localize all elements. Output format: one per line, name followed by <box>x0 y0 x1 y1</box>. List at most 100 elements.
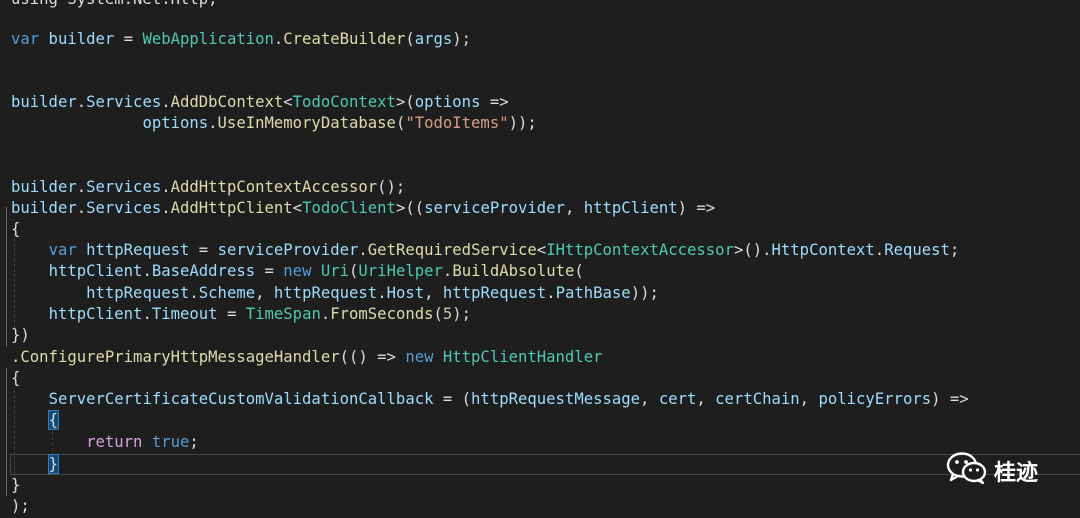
code-token: { <box>11 220 21 238</box>
code-line[interactable]: httpClient.BaseAddress = new Uri(UriHelp… <box>11 261 584 282</box>
code-line[interactable]: { <box>11 219 20 240</box>
code-line[interactable]: builder.Services.AddHttpClient<TodoClien… <box>11 198 715 219</box>
code-token: Timeout <box>151 305 218 323</box>
code-line[interactable]: builder.Services.AddHttpContextAccessor(… <box>11 177 405 198</box>
code-token: AddHttpContextAccessor <box>170 178 378 196</box>
code-token: ); <box>452 30 472 48</box>
code-token: httpClient <box>583 199 678 217</box>
code-token: , <box>564 199 584 217</box>
code-token: ) => <box>931 390 969 408</box>
code-token: < <box>536 241 547 259</box>
code-token: cert <box>658 390 697 408</box>
code-token: . <box>11 348 21 366</box>
code-token: httpClient <box>48 262 143 280</box>
code-token: IHttpContextAccessor <box>546 241 734 259</box>
code-line[interactable]: var builder = WebApplication.CreateBuild… <box>11 29 471 50</box>
code-line[interactable]: options.UseInMemoryDatabase("TodoItems")… <box>11 113 537 134</box>
code-token: . <box>142 305 152 323</box>
code-line[interactable]: }) <box>11 325 30 346</box>
code-token: < <box>283 93 293 111</box>
code-token: . <box>320 305 331 323</box>
code-token: >(). <box>733 241 772 259</box>
code-token: ) => <box>677 199 716 217</box>
code-token: AddDbContext <box>170 93 284 111</box>
code-token: . <box>161 199 171 217</box>
code-token: >(( <box>395 199 425 217</box>
code-token: var <box>11 30 40 48</box>
code-token: . <box>358 241 368 259</box>
code-token: 5 <box>442 305 453 323</box>
current-line-highlight <box>10 454 1080 475</box>
code-line[interactable]: { <box>11 410 59 431</box>
code-line[interactable]: ); <box>11 496 30 517</box>
code-token: Services <box>86 93 162 111</box>
code-token: "TodoItems" <box>405 114 509 132</box>
code-line[interactable]: var httpRequest = serviceProvider.GetReq… <box>11 240 960 261</box>
code-token: httpClient <box>48 305 143 323</box>
code-token: ; <box>949 241 960 259</box>
code-token: ; <box>189 433 199 451</box>
code-line[interactable]: ServerCertificateCustomValidationCallbac… <box>11 389 969 410</box>
code-token: . <box>76 178 87 196</box>
code-token: httpRequestMessage <box>471 390 641 408</box>
code-token: Host <box>386 284 425 302</box>
code-line[interactable]: httpRequest.Scheme, httpRequest.Host, ht… <box>11 283 659 304</box>
code-line[interactable]: using System.Net.Http; <box>11 0 218 10</box>
code-token: new <box>283 262 312 280</box>
code-token: CreateBuilder <box>283 30 406 48</box>
code-line[interactable]: return true; <box>11 432 199 453</box>
code-line[interactable]: httpClient.Timeout = TimeSpan.FromSecond… <box>11 304 472 325</box>
code-token: = <box>255 262 284 280</box>
code-token: , <box>799 390 819 408</box>
code-token: new <box>405 348 434 366</box>
code-token: . <box>377 284 387 302</box>
code-token: . <box>189 284 199 302</box>
code-token: var <box>48 241 77 259</box>
code-token: . <box>273 30 284 48</box>
code-token: } <box>47 454 59 474</box>
code-line[interactable]: } <box>11 454 59 475</box>
code-token: . <box>161 178 171 196</box>
code-token: httpRequest <box>273 284 378 302</box>
code-token: ( <box>395 114 406 132</box>
code-token: => <box>480 93 509 111</box>
code-token: )); <box>508 114 537 132</box>
code-token: . <box>142 262 152 280</box>
code-token: httpRequest <box>76 241 199 259</box>
code-line[interactable]: builder.Services.AddDbContext<TodoContex… <box>11 92 509 113</box>
code-token: . <box>76 199 87 217</box>
code-token: ( <box>574 262 584 280</box>
code-token: httpRequest <box>442 284 547 302</box>
code-token: true <box>151 433 190 451</box>
code-editor[interactable]: using System.Net.Http; var builder = Web… <box>0 0 1080 518</box>
fold-region-bar-2 <box>6 368 7 496</box>
code-token: BuildAbsolute <box>452 262 575 280</box>
code-token: using System.Net.Http; <box>11 0 218 8</box>
code-token: options <box>414 93 481 111</box>
code-token: Services <box>86 199 162 217</box>
code-token: Request <box>884 241 950 259</box>
code-token: builder <box>11 93 77 111</box>
fold-region-bar <box>6 207 7 347</box>
code-token: } <box>11 476 21 494</box>
code-line[interactable]: } <box>11 475 20 496</box>
code-token: Uri <box>320 262 350 280</box>
code-token: Scheme <box>198 284 256 302</box>
code-token: ( <box>349 262 359 280</box>
code-line[interactable]: { <box>11 368 20 389</box>
code-token: TodoContext <box>292 93 396 111</box>
code-token: serviceProvider <box>424 199 565 217</box>
code-line[interactable]: .ConfigurePrimaryHttpMessageHandler(() =… <box>11 347 602 368</box>
code-token: builder <box>11 199 77 217</box>
code-token: ServerCertificateCustomValidationCallbac… <box>48 390 434 408</box>
code-token: (); <box>377 178 406 196</box>
code-token: ); <box>11 497 30 515</box>
